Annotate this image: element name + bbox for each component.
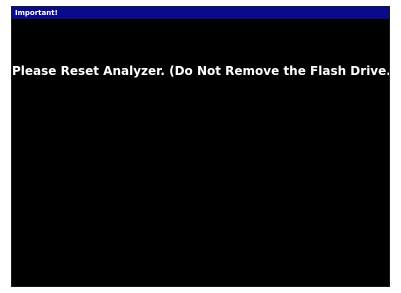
dialog-body: Please Reset Analyzer. (Do Not Remove th… — [12, 19, 389, 286]
dialog-title-bar: Important! — [12, 7, 389, 19]
reset-message: Please Reset Analyzer. (Do Not Remove th… — [12, 64, 390, 78]
dialog-title: Important! — [15, 8, 58, 17]
analyzer-screen: Important! Please Reset Analyzer. (Do No… — [11, 6, 390, 287]
